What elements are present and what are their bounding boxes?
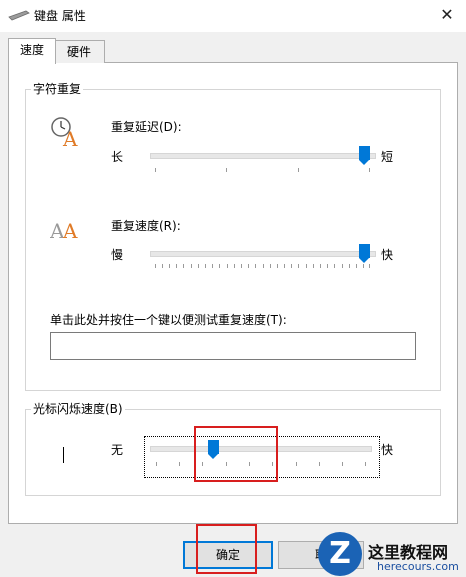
repeat-test-input[interactable] — [50, 332, 416, 360]
tab-hardware[interactable]: 硬件 — [54, 40, 105, 63]
tab-speed[interactable]: 速度 — [8, 38, 56, 64]
svg-text:A: A — [62, 127, 78, 148]
repeat-delay-max-label: 短 — [381, 150, 394, 164]
repeat-rate-min-label: 慢 — [111, 248, 124, 262]
highlight-box-slider — [194, 426, 278, 482]
repeat-delay-slider[interactable] — [150, 146, 376, 176]
char-repeat-legend: 字符重复 — [31, 80, 84, 97]
slider-ticks — [155, 264, 370, 268]
cursor-blink-max-label: 快 — [381, 443, 394, 457]
cursor-blink-legend: 光标闪烁速度(B) — [31, 400, 125, 417]
repeat-rate-max-label: 快 — [381, 248, 394, 262]
repeat-delay-icon: A — [51, 117, 78, 148]
slider-ticks — [155, 168, 370, 172]
slider-thumb[interactable] — [359, 146, 370, 165]
watermark-logo-letter: Z — [329, 536, 351, 571]
window-title: 键盘 属性 — [34, 9, 86, 23]
slider-thumb[interactable] — [359, 244, 370, 263]
repeat-delay-label: 重复延迟(D): — [111, 120, 182, 134]
repeat-rate-slider[interactable] — [150, 244, 376, 274]
test-area-label: 单击此处并按住一个键以便测试重复速度(T): — [50, 313, 287, 327]
repeat-delay-min-label: 长 — [111, 150, 124, 164]
slider-track — [150, 153, 376, 159]
cursor-blink-min-label: 无 — [111, 443, 124, 457]
cursor-preview — [63, 447, 64, 463]
keyboard-icon — [8, 10, 30, 21]
slider-track — [150, 251, 376, 257]
close-icon[interactable]: ✕ — [436, 4, 458, 26]
repeat-rate-icon: A A — [50, 219, 78, 242]
watermark-url: herecours.com — [377, 560, 459, 573]
repeat-rate-label: 重复速度(R): — [111, 219, 181, 233]
highlight-box-ok — [196, 524, 257, 574]
svg-text:A: A — [62, 219, 78, 242]
